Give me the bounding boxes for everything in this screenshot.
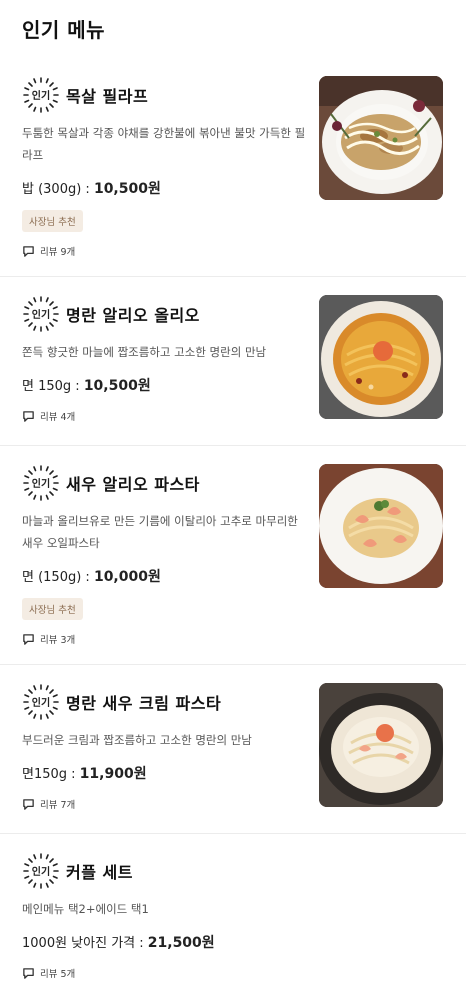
- item-name: 새우 알리오 파스타: [66, 475, 200, 494]
- price-amount: 11,900원: [79, 766, 147, 782]
- price-label: 면 (150g) :: [22, 570, 94, 585]
- popular-badge-icon: 인기: [23, 77, 59, 113]
- menu-item[interactable]: 인기 커플 세트 메인메뉴 택2+에이드 택1 1000원 낮아진 가격 : 2…: [0, 834, 466, 994]
- item-name: 커플 세트: [66, 863, 133, 882]
- item-description: 메인메뉴 택2+에이드 택1: [22, 902, 149, 916]
- svg-text:인기: 인기: [32, 865, 50, 878]
- speech-bubble-icon: [23, 798, 34, 810]
- price-label: 면150g :: [22, 767, 80, 782]
- owner-recommend-chip: 사장님 추천: [22, 598, 83, 620]
- page-title: 인기 메뉴: [22, 18, 106, 42]
- review-label: 리뷰 4개: [40, 412, 76, 423]
- item-price: 1000원 낮아진 가격 : 21,500원: [22, 932, 444, 952]
- price-amount: 21,500원: [147, 935, 215, 951]
- review-label: 리뷰 7개: [40, 800, 76, 811]
- pilaf-photo[interactable]: [319, 76, 443, 200]
- item-name: 목살 필라프: [66, 87, 149, 106]
- popular-badge-icon: 인기: [23, 853, 59, 889]
- speech-bubble-icon: [23, 245, 34, 257]
- popular-menu-page: 인기 메뉴 인기 목살 필라프 두툼한 목살과 각종 야채를 강한불에 볶아낸 …: [0, 0, 466, 986]
- shrimp-pasta-photo[interactable]: [319, 464, 443, 588]
- item-name: 명란 알리오 올리오: [66, 306, 200, 325]
- menu-item[interactable]: 인기 새우 알리오 파스타 마늘과 올리브유로 만든 기름에 이탈리아 고추로 …: [0, 446, 466, 665]
- item-description: 쫀득 향긋한 마늘에 짭조름하고 고소한 명란의 만남: [22, 345, 267, 359]
- review-count[interactable]: 리뷰 5개: [22, 966, 444, 980]
- svg-text:인기: 인기: [32, 308, 50, 321]
- price-label: 면 150g :: [22, 379, 84, 394]
- menu-item[interactable]: 인기 명란 새우 크림 파스타 부드러운 크림과 짭조름하고 고소한 명란의 만…: [0, 665, 466, 834]
- speech-bubble-icon: [23, 410, 34, 422]
- price-amount: 10,000원: [93, 569, 161, 585]
- menu-list: 인기 목살 필라프 두툼한 목살과 각종 야채를 강한불에 볶아낸 불맛 가득한…: [0, 58, 466, 994]
- menu-item[interactable]: 인기 목살 필라프 두툼한 목살과 각종 야채를 강한불에 볶아낸 불맛 가득한…: [0, 58, 466, 277]
- price-label: 밥 (300g) :: [22, 182, 94, 197]
- speech-bubble-icon: [23, 967, 34, 979]
- review-label: 리뷰 3개: [40, 635, 76, 646]
- popular-badge-icon: 인기: [23, 684, 59, 720]
- item-description: 부드러운 크림과 짭조름하고 고소한 명란의 만남: [22, 733, 252, 747]
- review-count[interactable]: 리뷰 9개: [22, 244, 444, 258]
- speech-bubble-icon: [23, 633, 34, 645]
- aglio-olio-photo[interactable]: [319, 295, 443, 419]
- price-amount: 10,500원: [83, 378, 151, 394]
- price-label: 1000원 낮아진 가격 :: [22, 936, 148, 951]
- item-name: 명란 새우 크림 파스타: [66, 694, 222, 713]
- svg-text:인기: 인기: [32, 89, 50, 102]
- popular-badge-icon: 인기: [23, 296, 59, 332]
- item-description: 마늘과 올리브유로 만든 기름에 이탈리아 고추로 마무리한 새우 오일파스타: [22, 514, 298, 550]
- item-description: 두툼한 목살과 각종 야채를 강한불에 볶아낸 불맛 가득한 필라프: [22, 126, 306, 162]
- svg-text:인기: 인기: [32, 477, 50, 490]
- price-amount: 10,500원: [93, 181, 161, 197]
- cream-pasta-photo[interactable]: [319, 683, 443, 807]
- menu-item[interactable]: 인기 명란 알리오 올리오 쫀득 향긋한 마늘에 짭조름하고 고소한 명란의 만…: [0, 277, 466, 446]
- svg-text:인기: 인기: [32, 696, 50, 709]
- popular-badge-icon: 인기: [23, 465, 59, 501]
- review-label: 리뷰 9개: [40, 247, 76, 258]
- review-label: 리뷰 5개: [40, 969, 76, 980]
- owner-recommend-chip: 사장님 추천: [22, 210, 83, 232]
- review-count[interactable]: 리뷰 3개: [22, 632, 444, 646]
